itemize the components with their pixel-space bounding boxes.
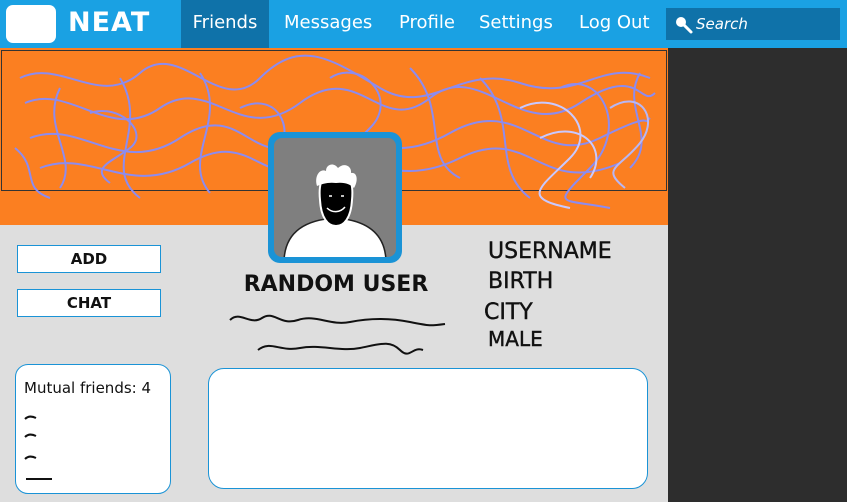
list-item[interactable]	[24, 455, 37, 460]
right-sidebar	[668, 48, 847, 502]
info-city: CITY	[484, 300, 533, 325]
profile-info-handwritten: USERNAME BIRTH CITY MALE	[484, 239, 612, 351]
info-gender: MALE	[488, 327, 543, 351]
person-avatar-icon	[283, 164, 387, 257]
mutual-friends-box: Mutual friends: 4	[15, 364, 171, 494]
brand-name: NEAT	[68, 7, 151, 38]
search-input[interactable]	[696, 11, 834, 37]
nav-messages[interactable]: Messages	[284, 0, 372, 48]
profile-avatar[interactable]	[268, 132, 402, 263]
nav-profile[interactable]: Profile	[399, 0, 455, 48]
mutual-friends-list	[24, 415, 52, 480]
top-nav-bar: NEAT Friends Messages Profile Settings L…	[0, 0, 847, 48]
nav-friends[interactable]: Friends	[181, 0, 269, 48]
list-item[interactable]	[24, 415, 37, 420]
logo-icon[interactable]	[6, 5, 56, 43]
profile-display-name: RANDOM USER	[243, 272, 429, 297]
list-item[interactable]	[24, 433, 37, 438]
nav-log-out[interactable]: Log Out	[579, 0, 650, 48]
nav-settings[interactable]: Settings	[479, 0, 553, 48]
post-content-box[interactable]	[208, 368, 648, 489]
chat-button[interactable]: CHAT	[17, 289, 161, 317]
info-username: USERNAME	[488, 239, 612, 264]
mutual-friends-title: Mutual friends:	[24, 379, 137, 397]
mutual-friends-label: Mutual friends: 4	[24, 379, 151, 397]
search-box[interactable]	[666, 8, 840, 40]
avatar-photo	[274, 138, 396, 257]
add-friend-button[interactable]: ADD	[17, 245, 161, 273]
mutual-friends-count: 4	[141, 379, 152, 397]
search-icon	[676, 17, 693, 34]
info-birth: BIRTH	[488, 269, 553, 294]
